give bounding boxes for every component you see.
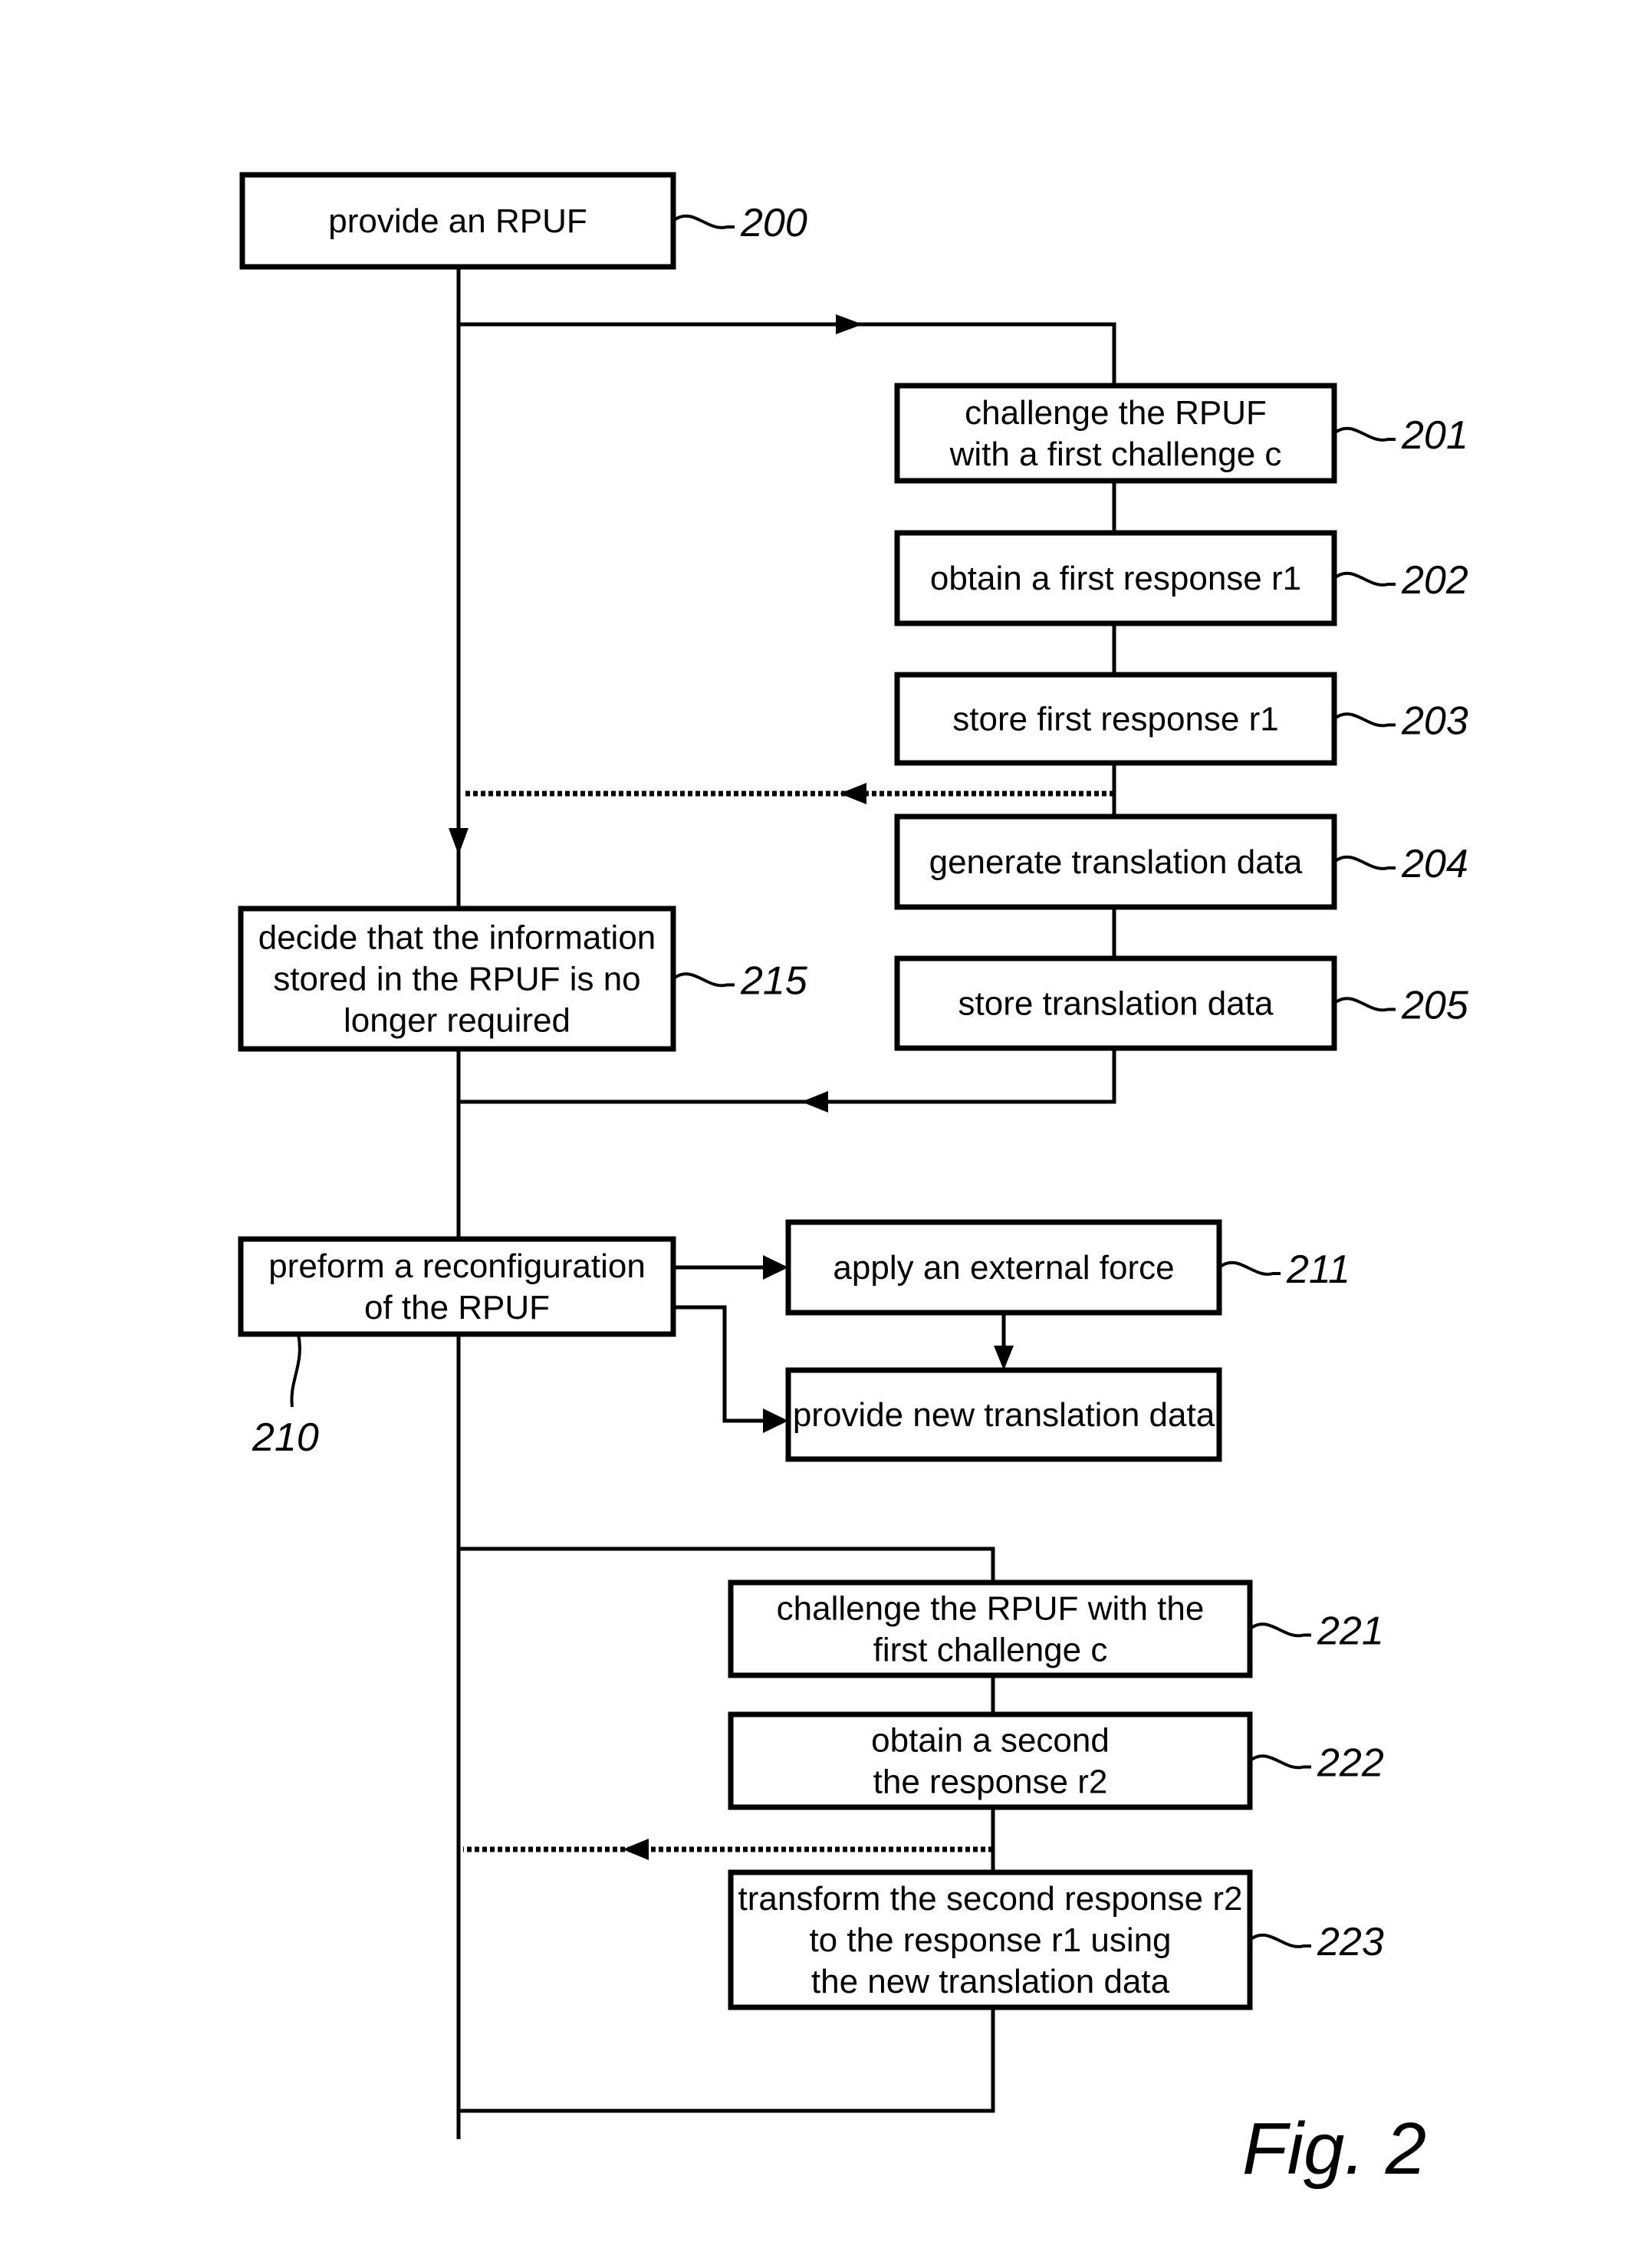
return-from-205 (459, 1048, 1116, 1104)
reference-numeral: 211 (1286, 1247, 1350, 1292)
reference-numeral: 201 (1401, 413, 1468, 458)
reference-numeral: 202 (1401, 558, 1468, 603)
step-text: store first response r1 (952, 701, 1279, 738)
step-text: store translation data (958, 985, 1274, 1023)
reference-leader (1248, 1754, 1311, 1770)
step-text: the new translation data (811, 1963, 1170, 2000)
step-text: obtain a second (871, 1722, 1110, 1760)
reference-numeral: 222 (1317, 1741, 1384, 1786)
arrowhead-left (801, 1091, 828, 1113)
step-text: generate translation data (929, 843, 1303, 881)
step-204: generate translation data 204 (894, 814, 1468, 910)
step-223: transform the second response r2to the r… (728, 1869, 1384, 2010)
step-text: the response r2 (873, 1763, 1108, 1801)
flowchart: provide an RPUF 200 challenge the RPUF with… (238, 172, 1469, 2190)
arrowhead-down (449, 828, 469, 855)
step-text: transform the second response r2 (738, 1880, 1243, 1918)
step-text: obtain a first response r1 (930, 560, 1301, 597)
reference-leader (1248, 1622, 1311, 1638)
step-text: decide that the information (258, 919, 656, 957)
reference-leader (1333, 426, 1396, 442)
reference-numeral: 204 (1401, 842, 1468, 886)
arrowhead-right (763, 1408, 788, 1433)
arrowhead-left (623, 1839, 649, 1860)
reference-leader (290, 1333, 301, 1408)
step-text: stored in the RPUF is no (273, 961, 640, 998)
reference-numeral: 200 (740, 201, 807, 245)
step-211: apply an external force 211 (785, 1219, 1350, 1316)
step-text: of the RPUF (364, 1289, 550, 1326)
reference-leader (672, 972, 735, 988)
figure-label: Fig. 2 (1242, 2108, 1426, 2190)
reference-leader (1333, 712, 1396, 728)
step-222: obtain a secondthe response r2 222 (728, 1711, 1384, 1810)
reference-numeral: 210 (252, 1415, 319, 1460)
step-text: apply an external force (833, 1249, 1174, 1287)
reference-numeral: 203 (1401, 699, 1468, 744)
reference-leader (672, 214, 735, 229)
arrowhead-right (836, 314, 863, 334)
reference-numeral: 205 (1401, 984, 1469, 1028)
reference-leader (1333, 997, 1396, 1012)
arrowhead-left (840, 783, 866, 804)
step-text: provide an RPUF (328, 202, 587, 240)
step-text: first challenge c (873, 1632, 1108, 1669)
step-221: challenge the RPUF with the first challen… (728, 1579, 1384, 1678)
step-text: challenge the RPUF with the (777, 1590, 1205, 1628)
arrowhead-right (763, 1255, 788, 1280)
link-210-212 (673, 1305, 767, 1423)
step-215: decide that the information stored in the… (238, 906, 808, 1052)
step-200: provide an RPUF 200 (239, 172, 807, 270)
step-202: obtain a first response r1 202 (894, 530, 1468, 626)
reference-numeral: 215 (740, 959, 808, 1004)
reference-leader (1248, 1933, 1311, 1948)
reference-leader (1218, 1261, 1281, 1276)
step-text: longer required (344, 1002, 570, 1040)
step-text: preform a reconfiguration (268, 1247, 646, 1285)
branch-to-201 (459, 322, 1116, 386)
reference-numeral: 221 (1317, 1609, 1384, 1654)
step-212: provide new translation data (785, 1367, 1222, 1462)
reference-numeral: 223 (1317, 1920, 1384, 1964)
arrowhead-down (994, 1346, 1014, 1370)
step-201: challenge the RPUF with a first challenge… (894, 383, 1468, 484)
branch-to-221 (459, 1547, 995, 1583)
step-text: with a first challenge c (949, 436, 1282, 473)
return-from-223 (459, 2007, 995, 2113)
reference-leader (1333, 855, 1396, 870)
step-text: to the response r1 using (809, 1921, 1171, 1959)
step-text: challenge the RPUF (965, 394, 1267, 432)
reference-leader (1333, 571, 1396, 587)
step-205: store translation data 205 (894, 955, 1469, 1051)
step-203: store first response r1 203 (894, 672, 1468, 766)
step-text: provide new translation data (793, 1396, 1215, 1434)
